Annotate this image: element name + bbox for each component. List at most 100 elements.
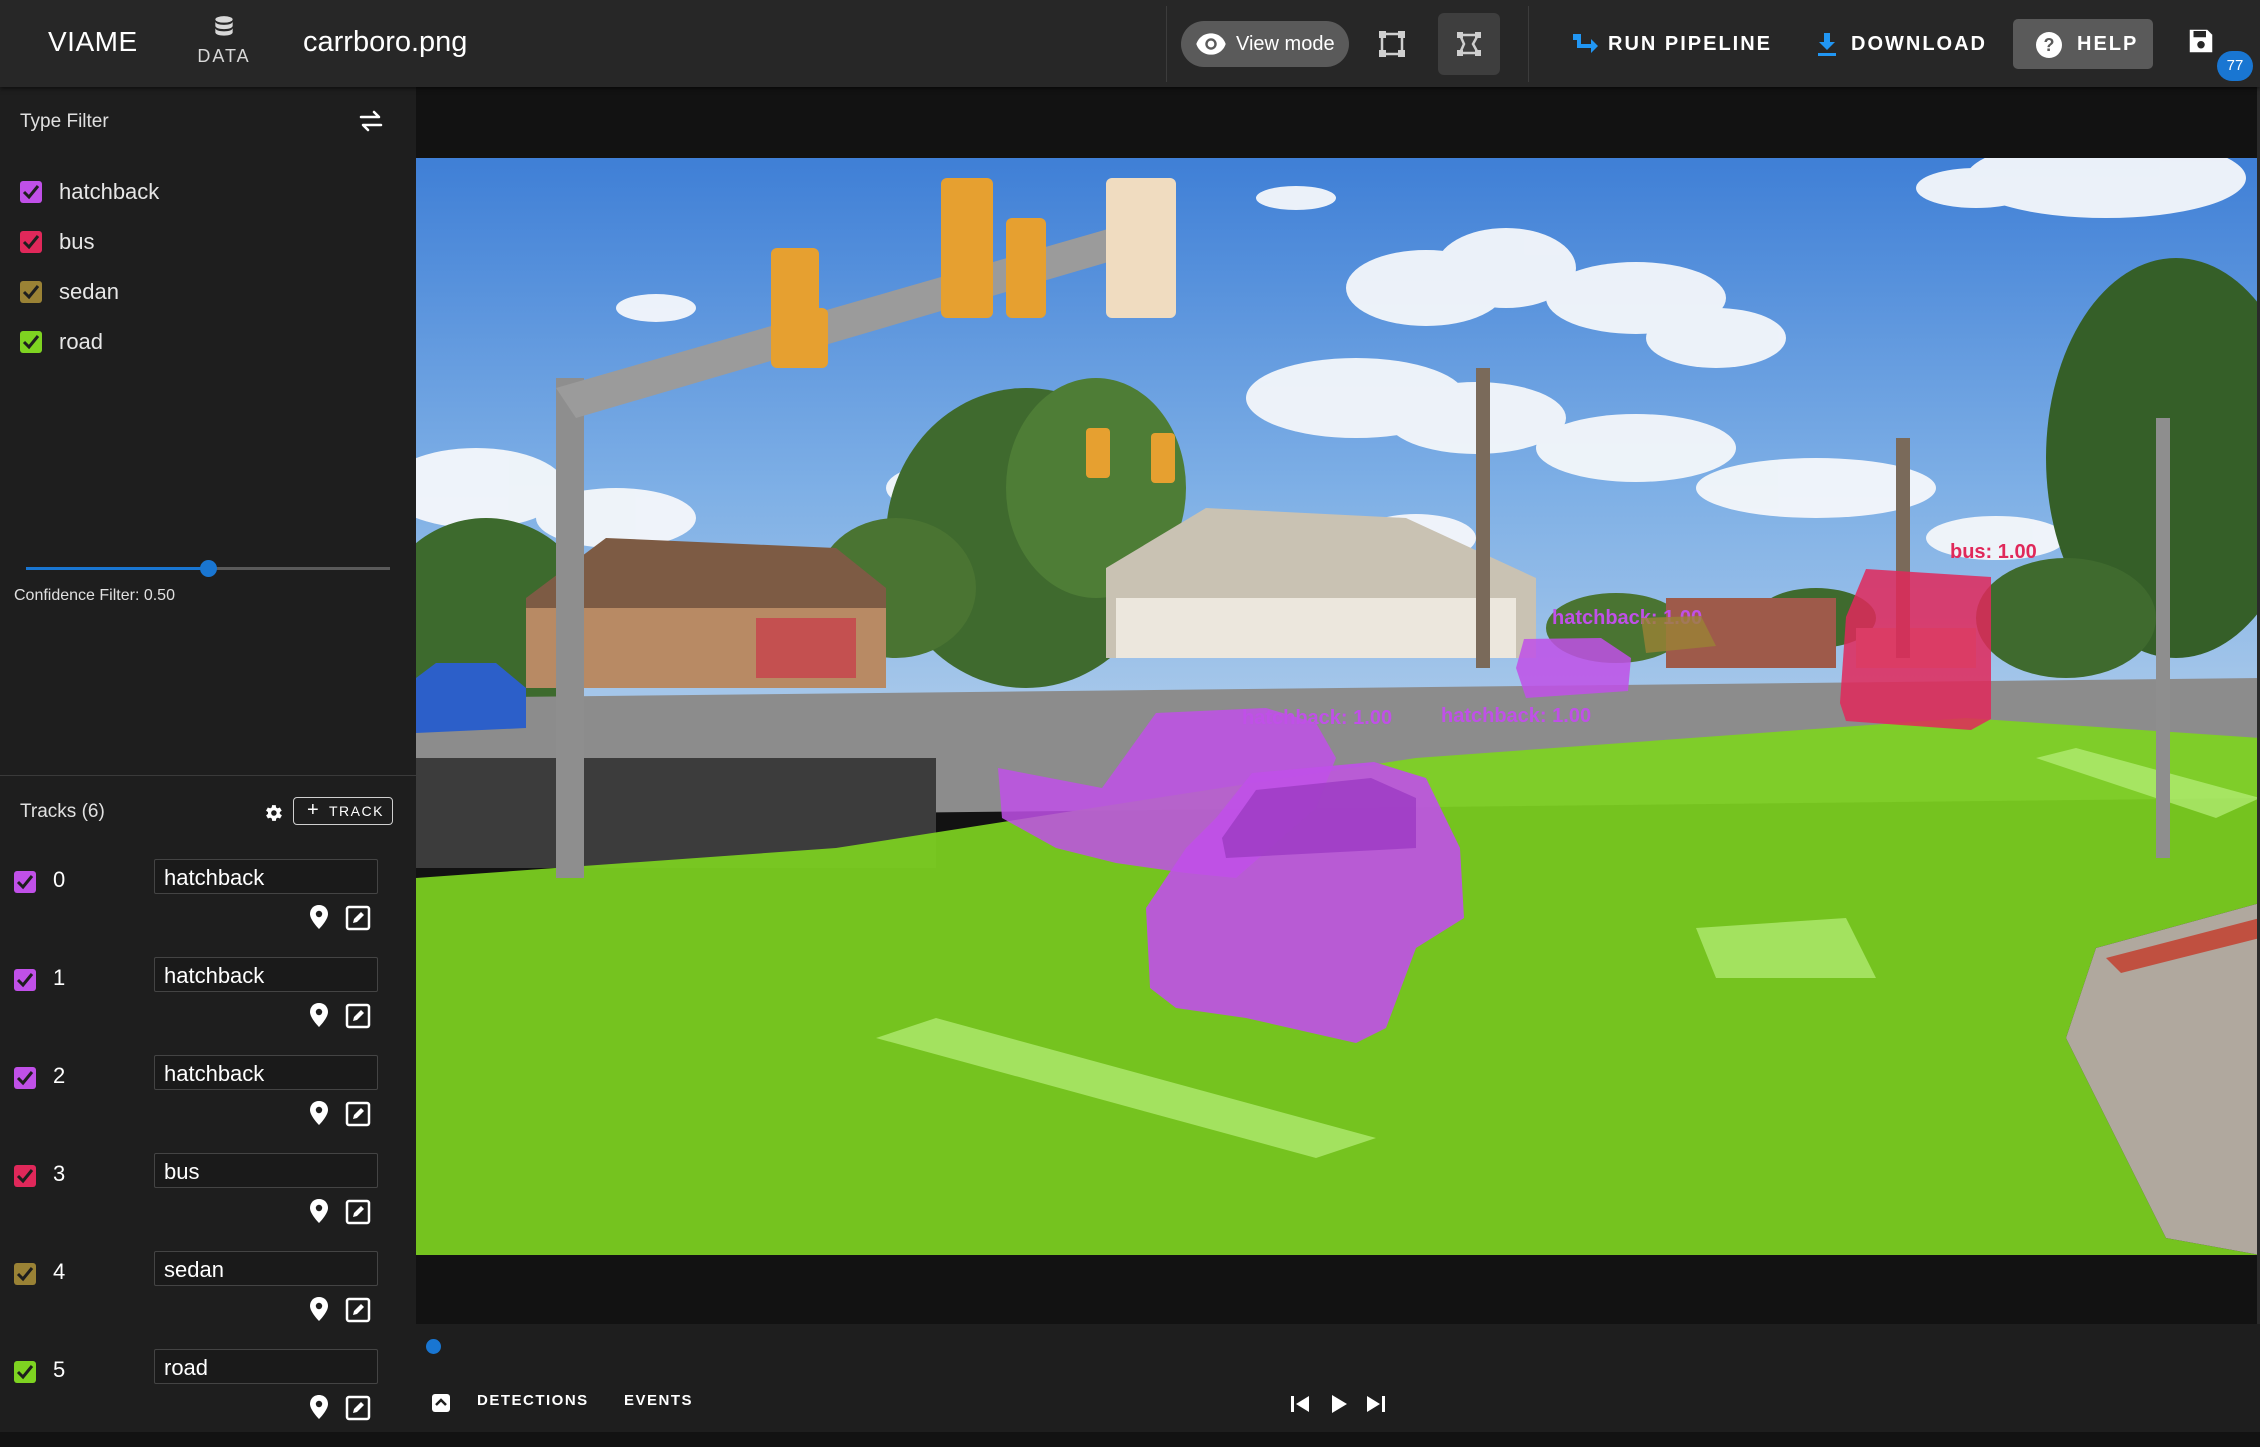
skip-previous-icon[interactable]: [1286, 1390, 1314, 1418]
timeline-cursor[interactable]: [426, 1339, 441, 1354]
checkbox-checked[interactable]: [20, 181, 42, 203]
track-id[interactable]: 1: [53, 965, 65, 991]
track-id[interactable]: 5: [53, 1357, 65, 1383]
edit-icon[interactable]: [345, 1199, 371, 1225]
checkbox-checked[interactable]: [20, 331, 42, 353]
track-type-input[interactable]: bus: [154, 1153, 378, 1188]
track-row: 1 hatchback: [0, 957, 416, 1055]
download-button[interactable]: DOWNLOAD: [1800, 18, 1990, 70]
track-row: 4 sedan: [0, 1251, 416, 1349]
location-icon[interactable]: [308, 1198, 330, 1224]
track-row: 3 bus: [0, 1153, 416, 1251]
play-icon[interactable]: [1324, 1390, 1352, 1418]
tab-events[interactable]: EVENTS: [624, 1392, 693, 1409]
location-icon[interactable]: [308, 1394, 330, 1420]
location-icon[interactable]: [308, 1100, 330, 1126]
track-type-input[interactable]: hatchback: [154, 1055, 378, 1090]
checkbox-checked[interactable]: [20, 231, 42, 253]
edit-icon[interactable]: [345, 1003, 371, 1029]
tracks-title: Tracks (6): [20, 801, 105, 822]
track-type-input[interactable]: sedan: [154, 1251, 378, 1286]
file-name: carrboro.png: [303, 26, 468, 58]
add-track-button[interactable]: + TRACK: [293, 797, 393, 825]
track-type-input[interactable]: hatchback: [154, 957, 378, 992]
location-icon[interactable]: [308, 904, 330, 930]
data-button[interactable]: DATA: [190, 12, 258, 76]
checkbox-checked[interactable]: [14, 871, 36, 893]
eye-icon: [1196, 33, 1226, 55]
track-type-input[interactable]: road: [154, 1349, 378, 1384]
type-filter-title: Type Filter: [20, 111, 109, 132]
data-button-label: DATA: [197, 46, 251, 66]
chevron-up-icon[interactable]: [431, 1393, 451, 1413]
hatchback-annotation-far[interactable]: [1516, 638, 1631, 698]
save-button[interactable]: [2186, 26, 2220, 60]
edit-icon[interactable]: [345, 905, 371, 931]
slider-fill: [26, 567, 208, 570]
view-mode-label: View mode: [1236, 33, 1335, 55]
track-id[interactable]: 4: [53, 1259, 65, 1285]
checkbox-checked[interactable]: [14, 1361, 36, 1383]
download-icon: [1818, 33, 1836, 56]
street-scene-image[interactable]: bus: 1.00 hatchback: 1.00 hatchback: 1.0…: [416, 158, 2260, 1255]
track-row: 0 hatchback: [0, 859, 416, 957]
skip-next-icon[interactable]: [1362, 1390, 1390, 1418]
hatchback-annotation-label: hatchback: 1.00: [1242, 707, 1392, 729]
add-track-label: TRACK: [329, 803, 384, 819]
divider: [1166, 6, 1167, 82]
track-id[interactable]: 2: [53, 1063, 65, 1089]
rectangle-tool-button[interactable]: [1361, 13, 1423, 75]
svg-text:?: ?: [2044, 35, 2055, 55]
help-icon: ?: [2036, 32, 2062, 58]
polygon-tool-icon: [1457, 32, 1481, 56]
unsaved-count-badge: 77: [2217, 51, 2253, 81]
checkbox-checked[interactable]: [14, 1263, 36, 1285]
track-row: 5 road: [0, 1349, 416, 1447]
type-label: hatchback: [59, 179, 160, 204]
type-label: bus: [59, 229, 95, 254]
slider-thumb[interactable]: [200, 560, 217, 577]
edit-icon[interactable]: [345, 1297, 371, 1323]
location-icon[interactable]: [308, 1002, 330, 1028]
location-icon[interactable]: [308, 1296, 330, 1322]
help-button[interactable]: ? HELP: [2013, 19, 2153, 69]
database-icon: [215, 16, 233, 36]
divider: [1528, 6, 1529, 82]
track-row: 2 hatchback: [0, 1055, 416, 1153]
left-sidebar: Type Filter hatchback bus sedan road Con…: [0, 87, 416, 1432]
edit-icon[interactable]: [345, 1101, 371, 1127]
hatchback-annotation-label: hatchback: 1.00: [1441, 705, 1591, 727]
help-label: HELP: [2077, 33, 2139, 55]
edit-icon[interactable]: [345, 1395, 371, 1421]
checkbox-checked[interactable]: [14, 969, 36, 991]
timeline-panel: DETECTIONS EVENTS: [416, 1324, 2260, 1432]
confidence-filter-label: Confidence Filter: 0.50: [14, 587, 175, 604]
polygon-tool-button[interactable]: [1438, 13, 1500, 75]
divider: [0, 775, 416, 776]
tab-detections[interactable]: DETECTIONS: [477, 1392, 589, 1409]
bus-annotation-label: bus: 1.00: [1950, 541, 2037, 563]
type-label: sedan: [59, 279, 119, 304]
track-id[interactable]: 0: [53, 867, 65, 893]
run-pipeline-button[interactable]: RUN PIPELINE: [1556, 18, 1772, 70]
type-label: road: [59, 329, 104, 354]
rectangle-tool-icon: [1379, 31, 1405, 57]
bus-annotation[interactable]: [1840, 569, 1991, 730]
save-icon: [2189, 29, 2213, 53]
gear-icon[interactable]: [262, 802, 284, 824]
swap-icon[interactable]: [357, 109, 385, 133]
download-label: DOWNLOAD: [1851, 33, 1987, 55]
app-title[interactable]: VIAME: [48, 26, 138, 58]
plus-icon: +: [307, 799, 321, 821]
checkbox-checked[interactable]: [20, 281, 42, 303]
track-type-input[interactable]: hatchback: [154, 859, 378, 894]
checkbox-checked[interactable]: [14, 1165, 36, 1187]
confidence-slider[interactable]: [26, 554, 390, 584]
annotation-viewer[interactable]: bus: 1.00 hatchback: 1.00 hatchback: 1.0…: [416, 87, 2260, 1324]
checkbox-checked[interactable]: [14, 1067, 36, 1089]
app-bar: VIAME DATA carrboro.png View mode RUN PI…: [0, 0, 2260, 87]
run-pipeline-label: RUN PIPELINE: [1608, 33, 1773, 55]
pipeline-icon: [1573, 34, 1598, 53]
track-id[interactable]: 3: [53, 1161, 65, 1187]
view-mode-button[interactable]: View mode: [1181, 21, 1349, 67]
